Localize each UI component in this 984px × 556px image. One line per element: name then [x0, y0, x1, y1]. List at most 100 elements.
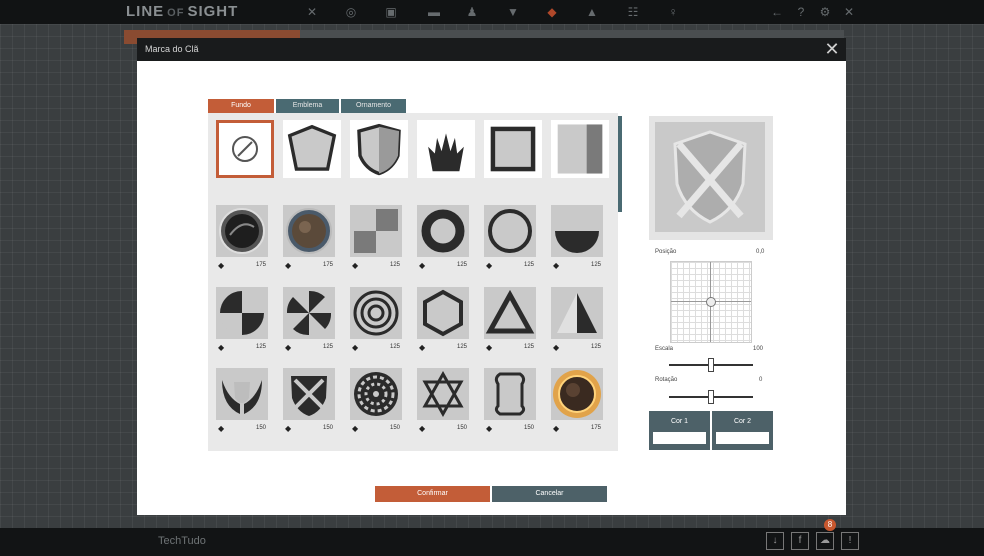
emblem-option-thick-ring[interactable] [417, 205, 469, 257]
emblem-option-hexagram[interactable] [417, 368, 469, 420]
exit-icon[interactable]: ✕ [842, 5, 856, 19]
gem-icon: ◆ [486, 424, 493, 433]
alert-icon[interactable]: ! [841, 532, 859, 550]
emblem-option-bronze-orb[interactable] [283, 205, 335, 257]
hexagon-icon [423, 289, 463, 337]
color-2-swatch[interactable] [716, 432, 769, 444]
emblem-option-hexagon[interactable] [417, 287, 469, 339]
globe-icon[interactable]: ◎ [344, 5, 358, 19]
pistol-icon[interactable]: ▬ [427, 5, 441, 19]
emblem-option-pentagon[interactable] [283, 120, 341, 178]
emblem-price: ◆ 125 [350, 260, 402, 270]
stats-icon[interactable]: ☷ [626, 5, 640, 19]
shop-icon[interactable]: ◆ [545, 5, 559, 19]
position-pad[interactable] [670, 261, 752, 343]
scale-slider-thumb[interactable] [708, 358, 714, 372]
price-value: 125 [523, 344, 534, 350]
dark-orb-icon [219, 208, 265, 254]
emblem-option-half-rect[interactable] [551, 120, 609, 178]
emblem-price: ◆ 150 [216, 423, 268, 433]
gem-icon: ◆ [553, 343, 560, 352]
emblem-option-plaque[interactable] [484, 368, 536, 420]
emblem-option-triangle[interactable] [484, 287, 536, 339]
rotation-slider-thumb[interactable] [708, 390, 714, 404]
cancel-button[interactable]: Cancelar [492, 486, 607, 502]
emblem-option-thin-ring[interactable] [484, 205, 536, 257]
tab-fundo[interactable]: Fundo [208, 99, 274, 113]
price-value: 125 [389, 344, 400, 350]
preview-canvas [655, 122, 765, 232]
price-value: 175 [590, 425, 601, 431]
emblem-option-quarter-circle[interactable] [216, 287, 268, 339]
emblem-option-half-triangle[interactable] [551, 287, 603, 339]
tab-ornamento[interactable]: Ornamento [341, 99, 406, 113]
rank-icon[interactable]: ▲ [585, 5, 599, 19]
confirm-button[interactable]: Confirmar [375, 486, 490, 502]
price-value: 125 [456, 262, 467, 268]
half-triangle-icon [557, 293, 597, 333]
emblem-option-dark-orb[interactable] [216, 205, 268, 257]
emblem-option-mandala[interactable] [350, 368, 402, 420]
rotation-slider[interactable] [669, 390, 753, 404]
price-value: 125 [456, 344, 467, 350]
gem-icon: ◆ [419, 261, 426, 270]
thin-ring-icon [488, 209, 532, 253]
pentagon-icon [287, 124, 337, 171]
grid-scrollbar[interactable] [618, 116, 622, 212]
help-icon[interactable]: ? [794, 5, 808, 19]
bronze-orb-icon [286, 208, 332, 254]
emblem-price: ◆ 125 [283, 342, 335, 352]
scale-slider[interactable] [669, 358, 753, 372]
wings-icon [222, 380, 262, 414]
emblem-option-square[interactable] [484, 120, 542, 178]
emblem-option-wings[interactable] [216, 368, 268, 420]
price-value: 125 [255, 344, 266, 350]
emblem-price: ◆ 125 [216, 342, 268, 352]
top-bar: LINE OF SIGHT ✕ ◎ ▣ ▬ ♟ ▼ ◆ ▲ ☷ ♀ ← ? ⚙ ✕ [0, 0, 984, 24]
download-icon[interactable]: ↓ [766, 532, 784, 550]
back-icon[interactable]: ← [770, 5, 784, 19]
color-1-swatch[interactable] [653, 432, 706, 444]
emblem-option-shield[interactable] [350, 120, 408, 178]
emblem-option-wings-crest[interactable] [417, 120, 475, 178]
price-value: 150 [456, 425, 467, 431]
watermark: TechTudo [158, 535, 206, 547]
triangle-icon [485, 289, 535, 334]
price-value: 150 [523, 425, 534, 431]
plaque-icon [494, 372, 526, 416]
mandala-icon [354, 372, 398, 416]
trophy-icon[interactable]: ▼ [506, 5, 520, 19]
scale-label: Escala [655, 346, 674, 352]
close-icon[interactable]: ✕ [822, 39, 842, 59]
emblem-option-sun-orb[interactable] [551, 368, 603, 420]
gem-icon: ◆ [285, 343, 292, 352]
emblem-option-cross-shield[interactable] [283, 368, 335, 420]
notification-badge: 8 [824, 519, 836, 531]
emblem-price: ◆ 150 [283, 423, 335, 433]
emblem-option-half-circle[interactable] [551, 205, 603, 257]
chat-icon[interactable]: ☁ [816, 532, 834, 550]
clan-icon[interactable]: ♟ [465, 5, 479, 19]
emblem-option-none[interactable] [216, 120, 274, 178]
position-handle[interactable] [706, 297, 716, 307]
emblem-option-target[interactable] [350, 287, 402, 339]
price-value: 125 [590, 262, 601, 268]
emblem-price: ◆ 150 [484, 423, 536, 433]
facebook-icon[interactable]: f [791, 532, 809, 550]
rifle-icon[interactable]: ✕ [305, 5, 319, 19]
emblem-price: ◆ 175 [283, 260, 335, 270]
color-1-label: Cor 1 [670, 418, 689, 425]
gem-icon: ◆ [285, 424, 292, 433]
emblem-option-pinwheel[interactable] [283, 287, 335, 339]
dialog-header: Marca do Clã ✕ [137, 38, 846, 61]
inventory-icon[interactable]: ▣ [384, 5, 398, 19]
gem-icon: ◆ [218, 343, 225, 352]
tab-emblema[interactable]: Emblema [276, 99, 339, 113]
rotation-label: Rotação [655, 377, 678, 383]
emblem-option-checker[interactable] [350, 205, 402, 257]
quarter-circle-icon [220, 291, 264, 335]
color-1-group: Cor 1 [649, 411, 710, 450]
checker-icon [354, 209, 398, 253]
settings-gear-icon[interactable]: ⚙ [818, 5, 832, 19]
key-icon[interactable]: ♀ [666, 5, 680, 19]
